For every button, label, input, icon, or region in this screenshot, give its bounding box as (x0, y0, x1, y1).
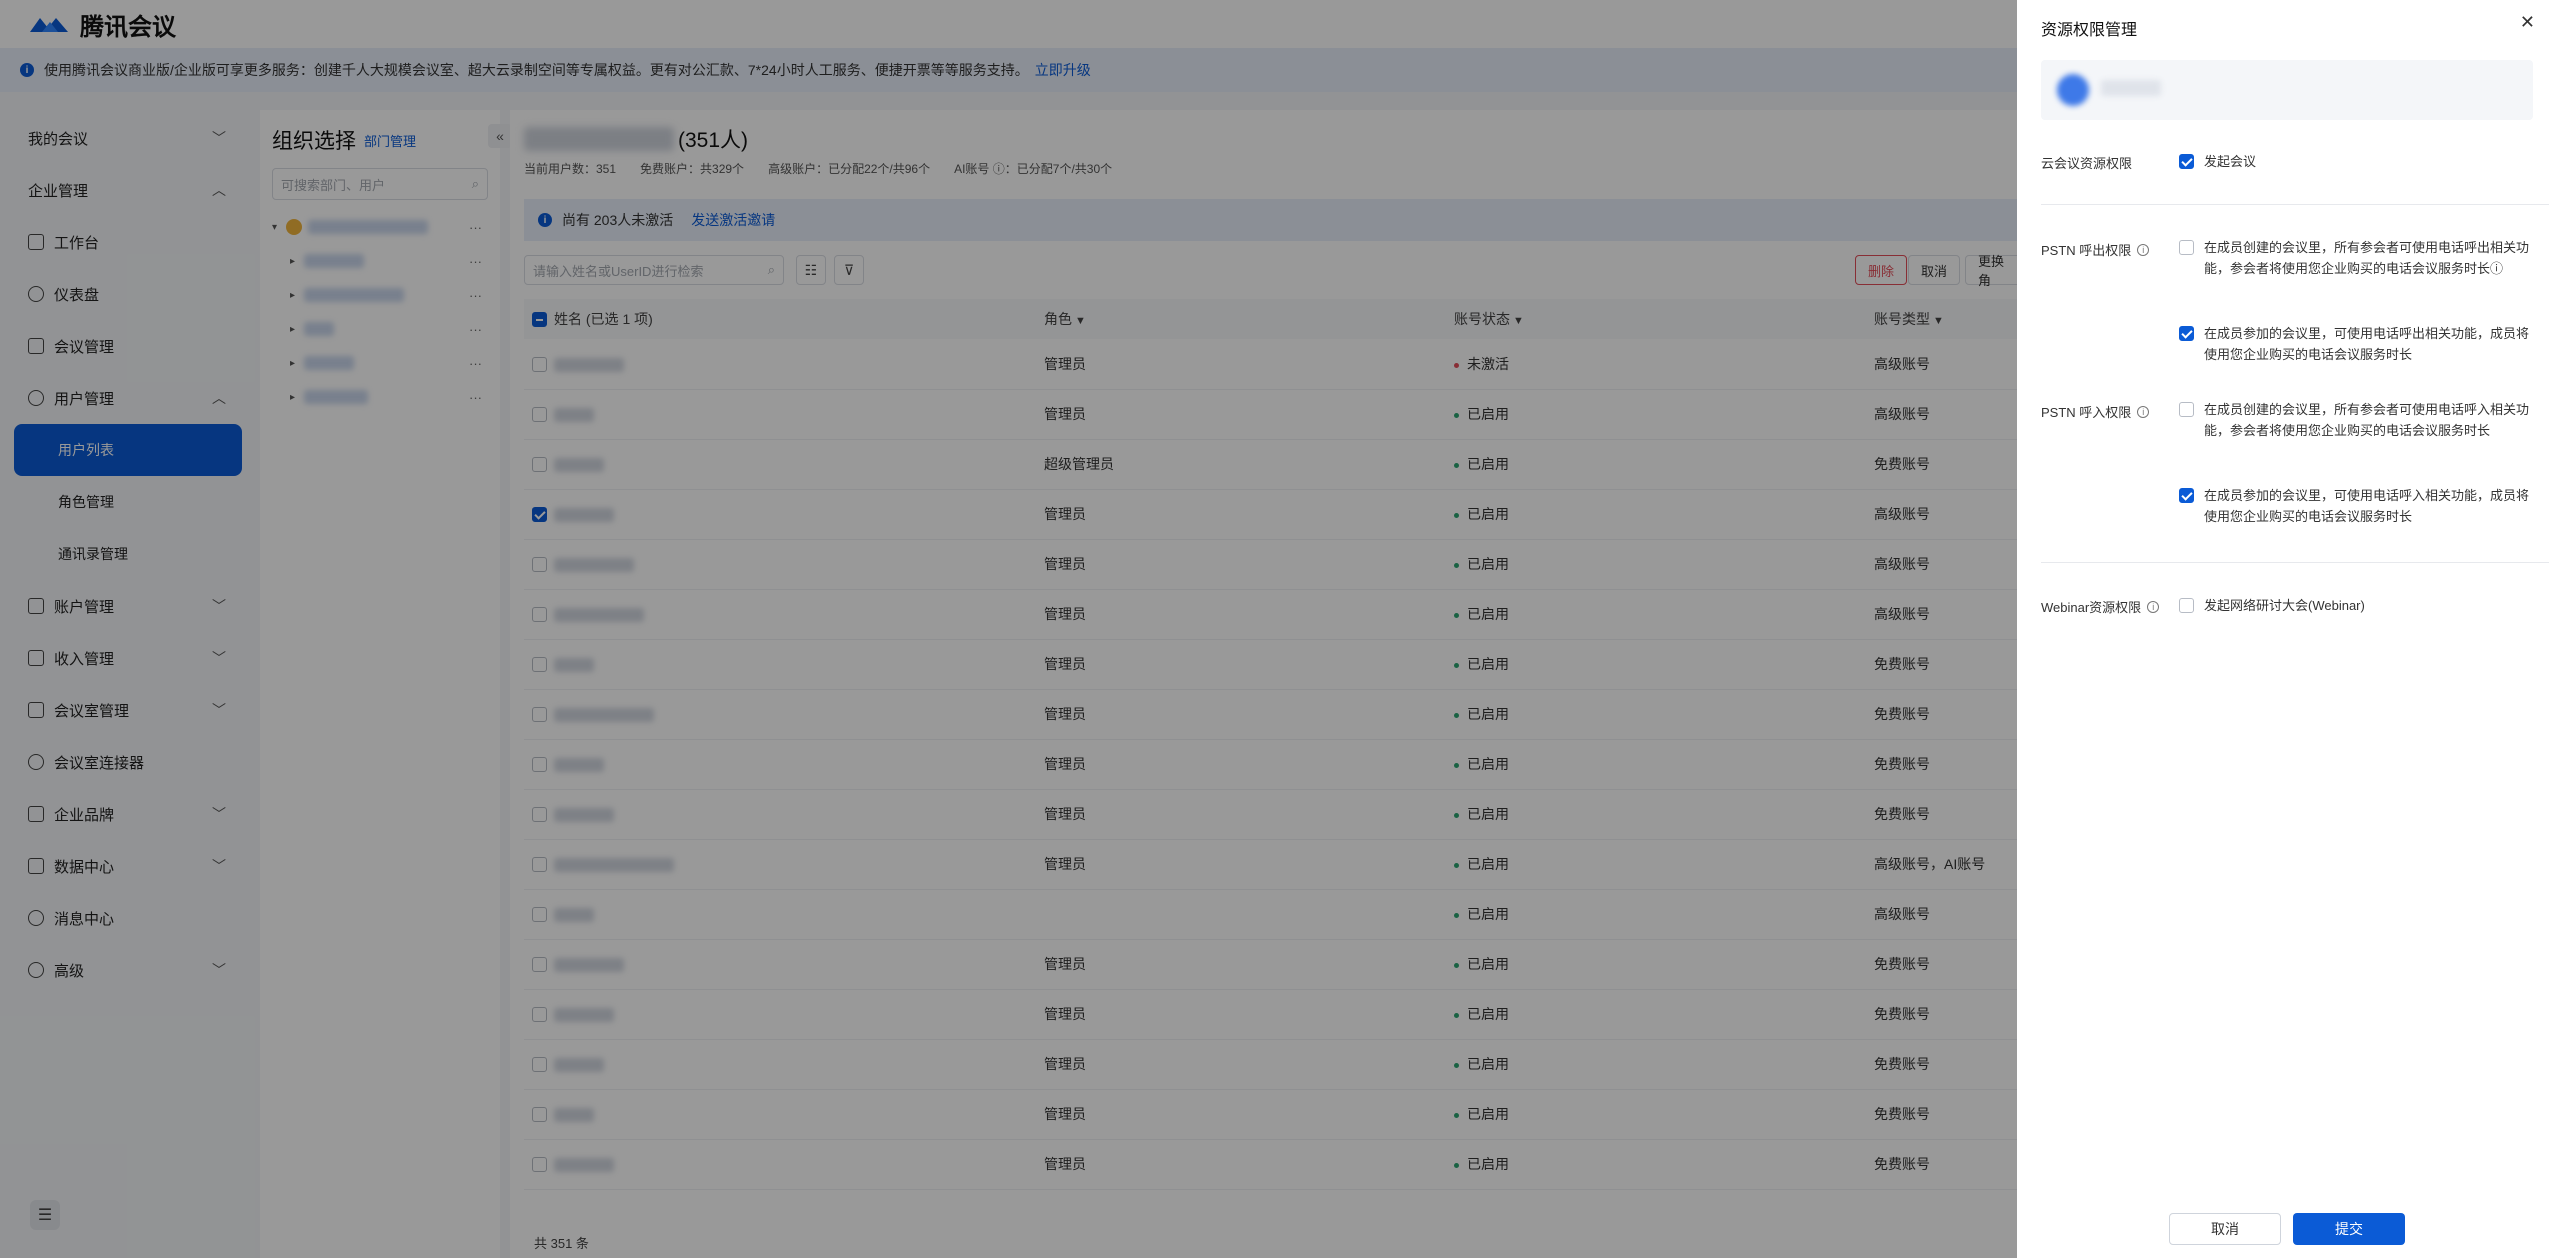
avatar (2057, 74, 2089, 106)
perm-label-text: 云会议资源权限 (2041, 156, 2133, 171)
pstn-in-label: PSTN 呼入权限 i (2041, 402, 2150, 421)
option-text: 发起会议 (2204, 154, 2257, 169)
perm-label-text: PSTN 呼出权限 (2041, 243, 2132, 258)
user-name-redacted (2101, 80, 2161, 96)
checkbox[interactable] (2179, 598, 2194, 613)
option-text: 在成员创建的会议里，所有参会者可使用电话呼入相关功能，参会者将使用您企业购买的电… (2204, 402, 2530, 438)
pstn-out-option-joined[interactable]: 在成员参加的会议里，可使用电话呼出相关功能，成员将使用您企业购买的电话会议服务时… (2179, 323, 2529, 365)
info-icon[interactable]: i (2137, 405, 2150, 418)
divider (2041, 204, 2549, 205)
drawer-title: 资源权限管理 (2041, 22, 2138, 39)
webinar-permission-label: Webinar资源权限 i (2041, 597, 2160, 616)
info-icon[interactable]: i (2147, 600, 2160, 613)
option-text: 在成员创建的会议里，所有参会者可使用电话呼出相关功能，参会者将使用您企业购买的电… (2204, 240, 2530, 276)
info-icon[interactable]: i (2137, 243, 2150, 256)
webinar-option[interactable]: 发起网络研讨大会(Webinar) (2179, 595, 2529, 616)
cloud-start-meeting-option[interactable]: 发起会议 (2179, 151, 2529, 172)
checkbox[interactable] (2179, 154, 2194, 169)
checkbox[interactable] (2179, 488, 2194, 503)
cloud-permission-label: 云会议资源权限 (2041, 153, 2132, 172)
checkbox[interactable] (2179, 240, 2194, 255)
checkbox[interactable] (2179, 326, 2194, 341)
option-text: 在成员参加的会议里，可使用电话呼入相关功能，成员将使用您企业购买的电话会议服务时… (2204, 488, 2530, 524)
option-text: 在成员参加的会议里，可使用电话呼出相关功能，成员将使用您企业购买的电话会议服务时… (2204, 326, 2530, 362)
pstn-out-option-created[interactable]: 在成员创建的会议里，所有参会者可使用电话呼出相关功能，参会者将使用您企业购买的电… (2179, 237, 2529, 279)
close-icon[interactable]: ✕ (2520, 12, 2535, 33)
pstn-in-option-created[interactable]: 在成员创建的会议里，所有参会者可使用电话呼入相关功能，参会者将使用您企业购买的电… (2179, 399, 2529, 441)
user-card (2041, 60, 2533, 120)
perm-label-text: Webinar资源权限 (2041, 600, 2142, 615)
pstn-out-label: PSTN 呼出权限 i (2041, 240, 2150, 259)
perm-label-text: PSTN 呼入权限 (2041, 405, 2132, 420)
checkbox[interactable] (2179, 402, 2194, 417)
cancel-button[interactable]: 取消 (2169, 1213, 2281, 1245)
submit-button[interactable]: 提交 (2293, 1213, 2405, 1245)
option-text: 发起网络研讨大会(Webinar) (2204, 598, 2365, 613)
divider (2041, 562, 2549, 563)
pstn-in-option-joined[interactable]: 在成员参加的会议里，可使用电话呼入相关功能，成员将使用您企业购买的电话会议服务时… (2179, 485, 2529, 527)
resource-permission-drawer: 资源权限管理 ✕ 云会议资源权限 发起会议 PSTN 呼出权限 i 在成员创建的会… (2017, 0, 2549, 1258)
